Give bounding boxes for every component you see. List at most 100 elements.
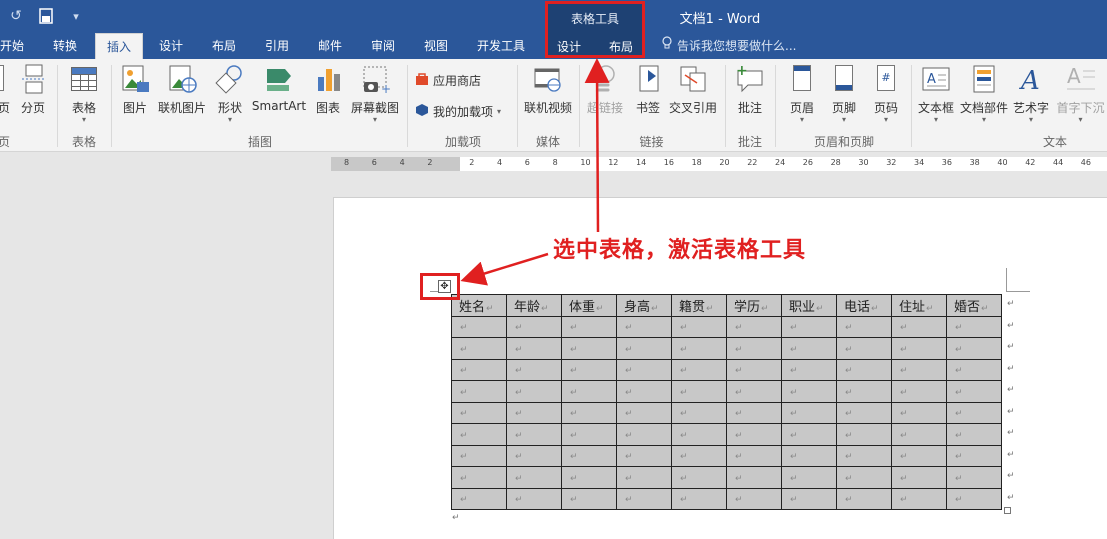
table-cell[interactable]: ↵ [836, 401, 892, 424]
table-cell[interactable]: ↵ [836, 466, 892, 489]
table-cell[interactable]: ↵ [781, 401, 837, 424]
table-cell[interactable]: ↵ [781, 444, 837, 467]
my-addins-button[interactable]: 我的加载项 ▾ [415, 103, 501, 120]
table-cell[interactable]: ↵ [671, 358, 727, 381]
table-cell[interactable]: ↵ [561, 444, 617, 467]
table-cell[interactable]: ↵ [506, 487, 562, 510]
table-cell[interactable]: ↵ [946, 401, 1002, 424]
table-cell[interactable]: ↵ [726, 337, 782, 360]
table-cell[interactable]: ↵ [616, 423, 672, 446]
save-icon[interactable] [36, 6, 56, 26]
table-cell[interactable]: ↵ [836, 380, 892, 403]
table-cell[interactable]: ↵ [671, 466, 727, 489]
horizontal-ruler[interactable]: 8 6 4 2 2 4 6 8 10 12 14 16 18 20 22 24 26 28 30 32 34 36 38 40… [331, 157, 1107, 171]
tab-mailings[interactable]: 邮件 [312, 33, 348, 59]
undo-icon[interactable]: ↺ [6, 6, 26, 26]
table-cell[interactable]: ↵ [506, 401, 562, 424]
tab-review[interactable]: 审阅 [365, 33, 401, 59]
tab-home[interactable]: 开始 [0, 33, 30, 59]
table-cell[interactable]: ↵ [671, 337, 727, 360]
table-cell[interactable]: ↵ [946, 315, 1002, 338]
tab-table-layout[interactable]: 布局 [609, 37, 633, 57]
table-cell[interactable]: ↵ [616, 337, 672, 360]
table-cell[interactable]: ↵ [891, 380, 947, 403]
tab-view[interactable]: 视图 [418, 33, 454, 59]
store-button[interactable]: 应用商店 [415, 72, 481, 89]
page-number-button[interactable]: # 页码 ▾ [869, 63, 903, 124]
table-cell[interactable]: ↵ [891, 466, 947, 489]
table-cell[interactable]: ↵ [891, 444, 947, 467]
table-header-cell[interactable]: 籍贯↵ [671, 294, 727, 317]
table-cell[interactable]: ↵ [506, 337, 562, 360]
tab-design[interactable]: 设计 [153, 33, 189, 59]
table-cell[interactable]: ↵ [946, 358, 1002, 381]
table-cell[interactable]: ↵ [781, 487, 837, 510]
table-cell[interactable]: ↵ [836, 423, 892, 446]
table-cell[interactable]: ↵ [671, 423, 727, 446]
table-cell[interactable]: ↵ [836, 337, 892, 360]
online-video-button[interactable]: 联机视频 [523, 63, 573, 116]
table-cell[interactable]: ↵ [946, 337, 1002, 360]
table-resize-handle[interactable] [1004, 507, 1011, 514]
table-cell[interactable]: ↵ [506, 444, 562, 467]
customize-qat-icon[interactable]: ▾ [66, 6, 86, 26]
tab-layout[interactable]: 布局 [206, 33, 242, 59]
shapes-button[interactable]: 形状 ▾ [213, 63, 247, 124]
tell-me-search[interactable]: 告诉我您想要做什么... [662, 33, 796, 59]
document-table[interactable]: 姓名↵ 年龄↵ 体重↵ 身高↵ 籍贯↵ 学历↵ 职业↵ 电话↵ 住址↵ 婚否↵ ↵ ↵ ↵ ↵ ↵ ↵ ↵ ↵ ↵ ↵… [451, 294, 1002, 510]
tab-table-design[interactable]: 设计 [557, 37, 581, 57]
table-cell[interactable]: ↵ [671, 487, 727, 510]
table-cell[interactable]: ↵ [451, 444, 507, 467]
table-cell[interactable]: ↵ [891, 401, 947, 424]
table-cell[interactable]: ↵ [671, 401, 727, 424]
table-cell[interactable]: ↵ [451, 423, 507, 446]
table-cell[interactable]: ↵ [451, 487, 507, 510]
table-cell[interactable]: ↵ [561, 466, 617, 489]
table-cell[interactable]: ↵ [891, 358, 947, 381]
table-cell[interactable]: ↵ [946, 444, 1002, 467]
footer-button[interactable]: 页脚 ▾ [827, 63, 861, 124]
table-cell[interactable]: ↵ [726, 423, 782, 446]
online-picture-button[interactable]: 联机图片 [157, 63, 207, 116]
table-cell[interactable]: ↵ [781, 358, 837, 381]
tab-references[interactable]: 引用 [259, 33, 295, 59]
table-header-cell[interactable]: 学历↵ [726, 294, 782, 317]
table-cell[interactable]: ↵ [506, 315, 562, 338]
table-cell[interactable]: ↵ [671, 380, 727, 403]
header-button[interactable]: 页眉 ▾ [785, 63, 819, 124]
cross-reference-button[interactable]: 交叉引用 [668, 63, 718, 116]
table-cell[interactable]: ↵ [506, 423, 562, 446]
page-button[interactable]: 页 [0, 63, 10, 116]
table-cell[interactable]: ↵ [451, 380, 507, 403]
table-header-cell[interactable]: 体重↵ [561, 294, 617, 317]
bookmark-button[interactable]: 书签 [633, 63, 663, 116]
hyperlink-button[interactable]: 超链接 [585, 63, 625, 116]
table-cell[interactable]: ↵ [726, 487, 782, 510]
comment-button[interactable]: + 批注 [733, 63, 767, 116]
table-cell[interactable]: ↵ [891, 315, 947, 338]
table-cell[interactable]: ↵ [726, 466, 782, 489]
table-cell[interactable]: ↵ [891, 423, 947, 446]
table-cell[interactable]: ↵ [836, 358, 892, 381]
table-cell[interactable]: ↵ [836, 487, 892, 510]
table-header-cell[interactable]: 身高↵ [616, 294, 672, 317]
table-cell[interactable]: ↵ [946, 380, 1002, 403]
table-cell[interactable]: ↵ [616, 444, 672, 467]
table-cell[interactable]: ↵ [616, 380, 672, 403]
table-cell[interactable]: ↵ [891, 337, 947, 360]
table-cell[interactable]: ↵ [781, 380, 837, 403]
table-cell[interactable]: ↵ [726, 401, 782, 424]
table-cell[interactable]: ↵ [451, 337, 507, 360]
table-cell[interactable]: ↵ [781, 423, 837, 446]
table-cell[interactable]: ↵ [891, 487, 947, 510]
table-cell[interactable]: ↵ [506, 358, 562, 381]
table-cell[interactable]: ↵ [726, 444, 782, 467]
table-cell[interactable]: ↵ [946, 423, 1002, 446]
table-header-cell[interactable]: 婚否↵ [946, 294, 1002, 317]
table-cell[interactable]: ↵ [451, 401, 507, 424]
table-cell[interactable]: ↵ [781, 315, 837, 338]
table-cell[interactable]: ↵ [506, 380, 562, 403]
table-cell[interactable]: ↵ [616, 315, 672, 338]
table-cell[interactable]: ↵ [561, 315, 617, 338]
table-header-cell[interactable]: 职业↵ [781, 294, 837, 317]
